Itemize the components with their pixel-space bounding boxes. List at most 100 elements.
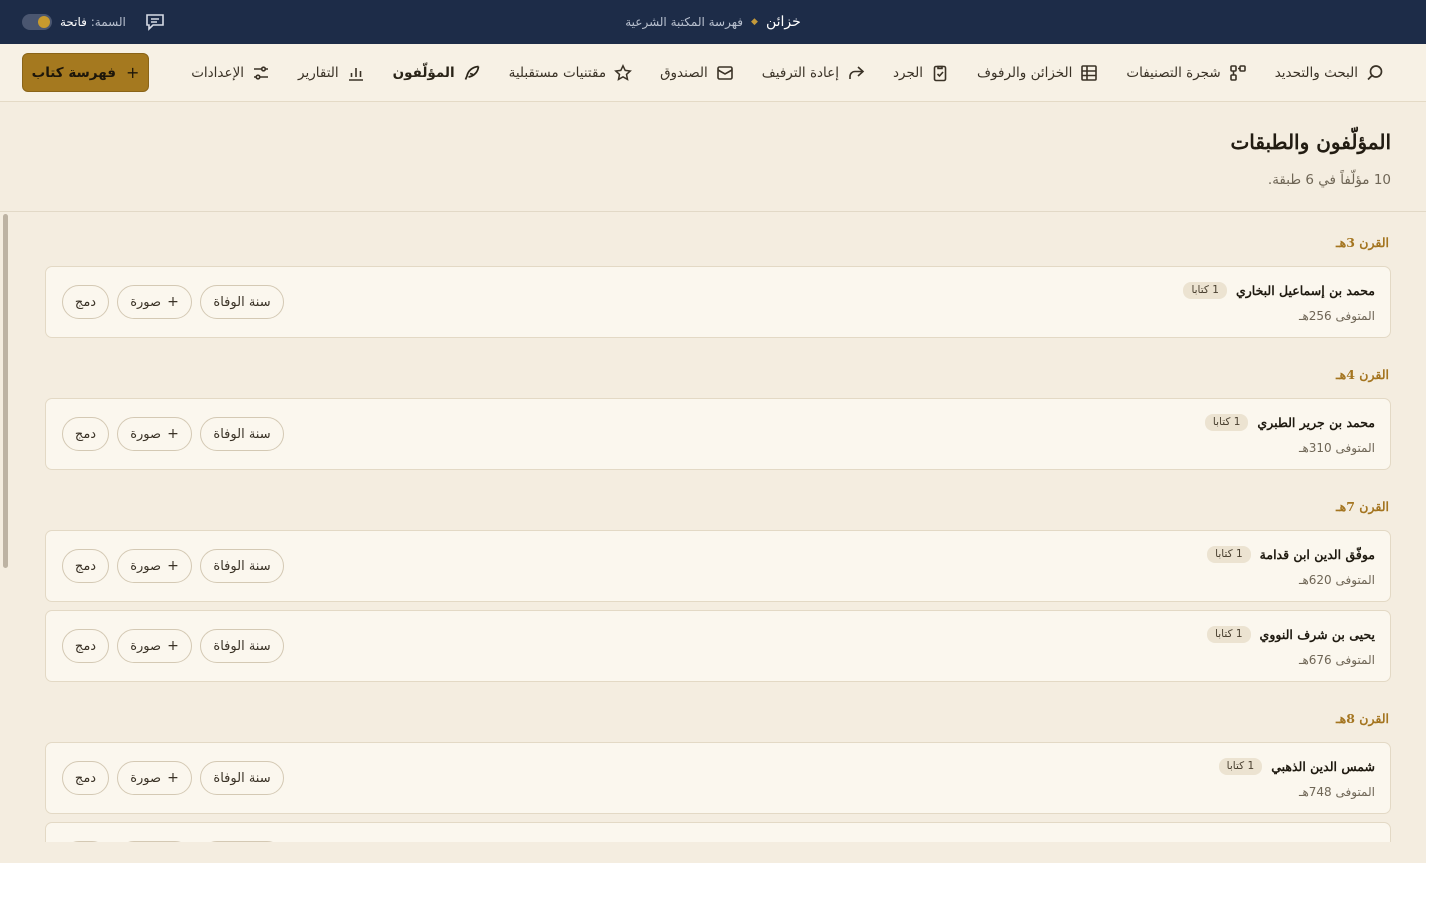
merge-button[interactable]: دمج: [62, 285, 109, 319]
scrollbar-thumb[interactable]: [3, 214, 8, 568]
author-card: شمس الدين الذهبي 1 كتابا المتوفى 748هـ د…: [45, 742, 1391, 814]
death-year-button[interactable]: [200, 841, 284, 842]
death-year-button[interactable]: سنة الوفاة: [200, 549, 284, 583]
death-year-button[interactable]: سنة الوفاة: [200, 629, 284, 663]
death-year-button[interactable]: سنة الوفاة: [200, 417, 284, 451]
nav-item-category-tree[interactable]: شجرة التصنيفات: [1126, 64, 1246, 82]
author-name[interactable]: يحيى بن شرف النووي: [1260, 627, 1375, 642]
nav-item-label: التقارير: [298, 65, 339, 81]
merge-button[interactable]: دمج: [62, 549, 109, 583]
author-actions: دمج + صورة سنة الوفاة: [62, 417, 284, 451]
clipboard-icon: [931, 64, 949, 82]
nav-item-label: إعادة الترفيف: [761, 65, 839, 81]
plus-icon: +: [167, 638, 179, 654]
merge-button[interactable]: [62, 841, 109, 842]
death-year: المتوفى 620هـ: [1298, 573, 1375, 587]
catalog-book-label: فهرسة كتاب: [31, 64, 116, 81]
add-image-button[interactable]: + صورة: [117, 417, 192, 451]
century-title: القرن 4هـ: [1335, 367, 1389, 382]
merge-button[interactable]: دمج: [62, 629, 109, 663]
grid-icon: [1080, 64, 1098, 82]
quill-icon: [463, 64, 481, 82]
add-image-button[interactable]: + صورة: [117, 761, 192, 795]
plus-icon: +: [167, 294, 179, 310]
author-card-partial: [45, 822, 1391, 842]
plus-icon: +: [125, 63, 140, 82]
merge-button[interactable]: دمج: [62, 761, 109, 795]
century-title: القرن 8هـ: [1335, 711, 1389, 726]
author-name-row: محمد بن جرير الطبري 1 كتابا: [1204, 414, 1375, 431]
author-card: يحيى بن شرف النووي 1 كتابا المتوفى 676هـ…: [45, 610, 1391, 682]
nav-item-label: الصندوق: [660, 65, 708, 81]
page-title: المؤلّفون والطبقات: [1230, 130, 1391, 154]
nav-item-reports[interactable]: التقارير: [298, 64, 365, 82]
author-name[interactable]: موفّق الدين ابن قدامة: [1260, 547, 1375, 562]
top-controls: السمة: فاتحة: [22, 0, 166, 44]
inbox-icon: [716, 64, 734, 82]
author-name-row: محمد بن إسماعيل البخاري 1 كتابا: [1183, 282, 1375, 299]
author-name-row: موفّق الدين ابن قدامة 1 كتابا: [1207, 546, 1375, 563]
add-image-label: صورة: [130, 770, 162, 786]
theme-toggle-knob: [38, 16, 50, 28]
main-nav: البحث والتحديد شجرة التصنيفات الخزائن وا…: [191, 44, 1384, 102]
author-name[interactable]: محمد بن جرير الطبري: [1257, 415, 1375, 430]
search-icon: [1366, 64, 1384, 82]
author-name[interactable]: محمد بن إسماعيل البخاري: [1236, 283, 1375, 298]
theme-value: فاتحة: [60, 15, 87, 29]
brand: خزائن ◆ فهرسة المكتبة الشرعية: [0, 0, 1426, 44]
nav-item-settings[interactable]: الإعدادات: [191, 64, 270, 82]
century-group: القرن 8هـ شمس الدين الذهبي 1 كتابا المتو…: [45, 710, 1391, 842]
feedback-chat-icon[interactable]: [144, 11, 166, 33]
author-card: محمد بن إسماعيل البخاري 1 كتابا المتوفى …: [45, 266, 1391, 338]
theme-label-text: السمة:: [90, 15, 126, 29]
nav-item-inbox[interactable]: الصندوق: [660, 64, 734, 82]
sliders-icon: [252, 64, 270, 82]
death-year-button[interactable]: سنة الوفاة: [200, 285, 284, 319]
add-image-button[interactable]: + صورة: [117, 549, 192, 583]
nav-item-reshelving[interactable]: إعادة الترفيف: [762, 64, 865, 82]
share-arrow-icon: [847, 64, 865, 82]
book-count-badge: 1 كتابا: [1207, 626, 1251, 643]
author-actions: دمج + صورة سنة الوفاة: [62, 761, 284, 795]
nav-item-label: المؤلّفون: [392, 65, 455, 81]
app-window: خزائن ◆ فهرسة المكتبة الشرعية السمة: فات…: [0, 0, 1426, 863]
author-name-row: يحيى بن شرف النووي 1 كتابا: [1207, 626, 1375, 643]
nav-item-search[interactable]: البحث والتحديد: [1275, 64, 1384, 82]
star-icon: [614, 64, 632, 82]
death-year: المتوفى 676هـ: [1298, 653, 1375, 667]
nav-item-shelves[interactable]: الخزائن والرفوف: [977, 64, 1098, 82]
plus-icon: +: [167, 770, 179, 786]
add-image-button[interactable]: + صورة: [117, 285, 192, 319]
theme-label: السمة: فاتحة: [60, 15, 126, 29]
century-group: القرن 4هـ محمد بن جرير الطبري 1 كتابا ال…: [45, 366, 1391, 470]
author-actions: دمج + صورة سنة الوفاة: [62, 549, 284, 583]
death-year: المتوفى 256هـ: [1298, 309, 1375, 323]
brand-diamond-icon: ◆: [751, 17, 758, 27]
author-name-row: شمس الدين الذهبي 1 كتابا: [1218, 758, 1375, 775]
nav-item-inventory[interactable]: الجرد: [893, 64, 949, 82]
century-title: القرن 7هـ: [1335, 499, 1389, 514]
plus-icon: +: [167, 558, 179, 574]
book-count-badge: 1 كتابا: [1218, 758, 1263, 775]
author-name[interactable]: شمس الدين الذهبي: [1271, 759, 1375, 774]
nav-item-future-acquisitions[interactable]: مقتنيات مستقبلية: [509, 64, 632, 82]
author-actions: [62, 841, 284, 842]
death-year-button[interactable]: سنة الوفاة: [200, 761, 284, 795]
add-image-label: صورة: [130, 294, 162, 310]
brand-name[interactable]: خزائن: [766, 14, 801, 30]
book-count-badge: 1 كتابا: [1207, 546, 1251, 563]
theme-toggle[interactable]: [22, 14, 52, 30]
author-actions: دمج + صورة سنة الوفاة: [62, 285, 284, 319]
bar-chart-icon: [347, 64, 365, 82]
add-image-label: صورة: [130, 638, 162, 654]
nav-item-label: شجرة التصنيفات: [1126, 65, 1221, 81]
nav-item-label: البحث والتحديد: [1274, 65, 1358, 81]
plus-icon: +: [167, 426, 179, 442]
catalog-book-button[interactable]: + فهرسة كتاب: [22, 53, 149, 92]
nav-item-authors[interactable]: المؤلّفون: [393, 64, 481, 82]
merge-button[interactable]: دمج: [62, 417, 109, 451]
add-image-button[interactable]: + صورة: [117, 629, 192, 663]
century-title: القرن 3هـ: [1335, 235, 1389, 250]
authors-list: القرن 3هـ محمد بن إسماعيل البخاري 1 كتاب…: [45, 212, 1391, 842]
add-image-button[interactable]: [117, 841, 192, 842]
